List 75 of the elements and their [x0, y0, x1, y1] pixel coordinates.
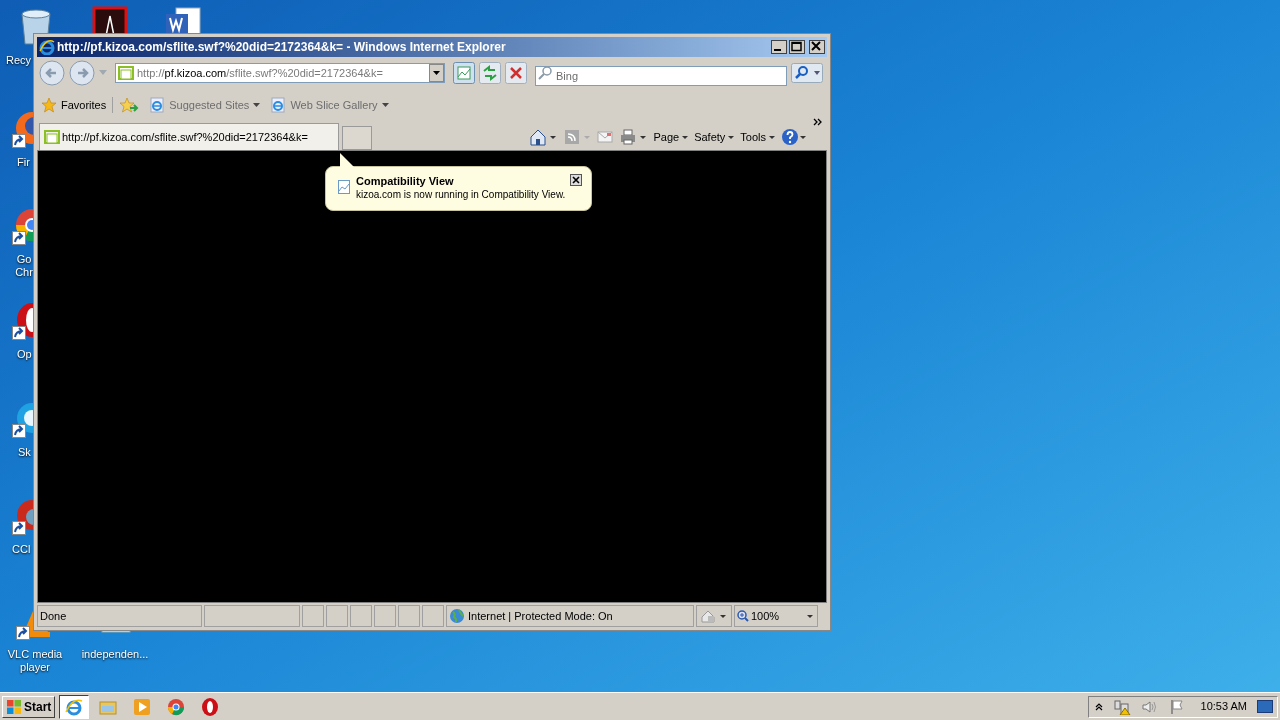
- caret-icon: [682, 135, 689, 139]
- compatibility-view-button[interactable]: [453, 62, 475, 84]
- status-text: Done: [37, 605, 202, 627]
- home-button[interactable]: [529, 128, 558, 146]
- clock[interactable]: 10:53 AM: [1200, 698, 1247, 715]
- icon-label: CCl: [12, 543, 31, 556]
- minimize-button[interactable]: [771, 40, 787, 54]
- network-warning-icon[interactable]: [1112, 698, 1131, 715]
- back-button[interactable]: [39, 60, 65, 86]
- e-page-icon: [149, 97, 166, 113]
- page-icon: [44, 130, 60, 144]
- status-pane: [326, 605, 348, 627]
- zoom-button[interactable]: 100%: [734, 605, 818, 627]
- icon-label: Fir: [17, 156, 30, 169]
- new-tab-button[interactable]: [342, 126, 372, 150]
- menu-button[interactable]: Tools: [740, 128, 775, 146]
- start-button[interactable]: Start: [2, 695, 56, 718]
- icon-label: Sk: [18, 446, 31, 459]
- favorites-button[interactable]: Favorites: [41, 96, 114, 114]
- globe-icon: [449, 608, 465, 624]
- maximize-button[interactable]: [789, 40, 805, 54]
- close-button[interactable]: [809, 40, 825, 54]
- browser-icon: [64, 696, 85, 717]
- taskbar-button[interactable]: [59, 694, 90, 719]
- address-text: http://pf.kizoa.com/sflite.swf?%20did=2172364&k=: [137, 65, 384, 81]
- menu-button[interactable]: Page: [653, 128, 689, 146]
- add-favorites-button[interactable]: [119, 97, 140, 113]
- search-button[interactable]: [791, 63, 823, 83]
- star-icon: [41, 97, 57, 113]
- status-pane: [398, 605, 420, 627]
- browser-tab[interactable]: http://pf.kizoa.com/sflite.swf?%20did=2172364&k=: [39, 123, 339, 150]
- favorites-link[interactable]: Web Slice Gallery: [270, 96, 389, 114]
- address-field[interactable]: http://pf.kizoa.com/sflite.swf?%20did=2172364&k=: [115, 63, 445, 83]
- chevron-icon[interactable]: [813, 118, 823, 128]
- forward-button[interactable]: [69, 60, 95, 86]
- caret-icon: [807, 614, 813, 618]
- page-icon: [118, 66, 134, 80]
- refresh-button[interactable]: [479, 62, 501, 84]
- search-icon: [538, 66, 552, 80]
- caret-icon: [769, 135, 775, 139]
- icon-label: VLC media player: [6, 648, 64, 674]
- windows-logo-icon: [6, 698, 22, 715]
- icon-label: Op: [17, 348, 32, 361]
- dropdown-button[interactable]: [429, 64, 444, 82]
- help-button[interactable]: [781, 128, 807, 146]
- close-button[interactable]: [570, 174, 582, 186]
- security-zone-text: Internet | Protected Mode: On: [468, 608, 613, 624]
- caret-icon: [728, 135, 735, 139]
- status-pane: [302, 605, 324, 627]
- show-hidden-icons-button[interactable]: [1094, 702, 1103, 711]
- globe-icon: [166, 696, 187, 717]
- flag-icon[interactable]: [1168, 698, 1185, 715]
- ring-icon: [200, 696, 221, 717]
- e-page-icon: [270, 97, 287, 113]
- icon-label: Go Chr: [14, 253, 34, 279]
- window-title: http://pf.kizoa.com/sflite.swf?%20did=2172364&k= - Windows Internet Explorer: [57, 39, 507, 56]
- status-pane: [374, 605, 396, 627]
- protected-mode-button[interactable]: [696, 605, 732, 627]
- status-pane: [422, 605, 444, 627]
- show-desktop-button[interactable]: [1257, 699, 1273, 714]
- stop-button[interactable]: [505, 62, 527, 84]
- speaker-icon[interactable]: [1140, 698, 1159, 715]
- status-pane: [350, 605, 372, 627]
- menu-button[interactable]: Safety: [694, 128, 735, 146]
- icon-label: Recy: [6, 54, 32, 67]
- notification-text: kizoa.com is now running in Compatibility View.: [356, 188, 566, 201]
- notification-title: Compatibility View: [356, 175, 455, 188]
- favorites-link[interactable]: Suggested Sites: [149, 96, 261, 114]
- icon-label: independen...: [80, 648, 150, 661]
- zoom-icon: [737, 610, 749, 622]
- print-button[interactable]: [619, 128, 648, 146]
- compatibility-view-icon: [338, 180, 350, 194]
- e-logo-icon: [39, 39, 55, 55]
- search-field[interactable]: Bing: [535, 66, 787, 86]
- play-icon: [132, 696, 153, 717]
